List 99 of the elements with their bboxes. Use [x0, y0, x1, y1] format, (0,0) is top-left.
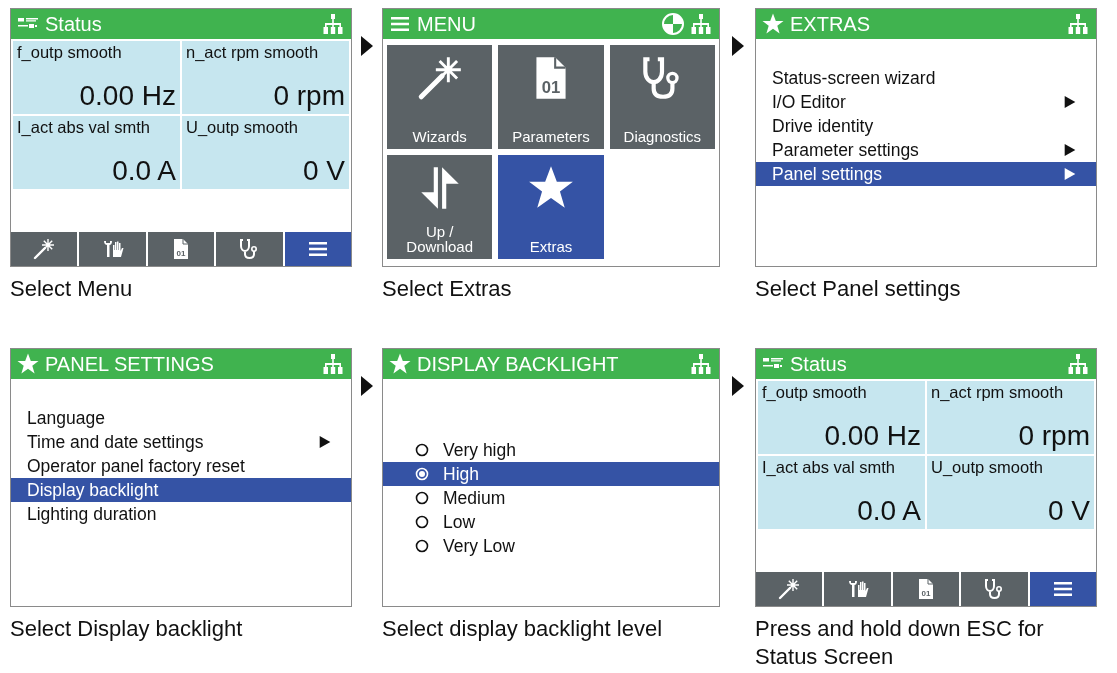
- menu-item-label: I/O Editor: [772, 91, 846, 113]
- star-icon: [388, 352, 412, 376]
- menu-item[interactable]: Lighting duration: [11, 502, 351, 526]
- tile-value: 0 rpm: [273, 80, 345, 112]
- tile-value: 0 V: [1047, 495, 1090, 527]
- footer-tab[interactable]: [216, 232, 283, 266]
- tile-label: U_outp smooth: [186, 118, 299, 137]
- menu-item[interactable]: Display backlight: [11, 478, 351, 502]
- radio-button-icon: [415, 515, 429, 529]
- step-arrow-icon: [731, 36, 744, 56]
- screen-title: Status: [45, 12, 102, 36]
- menu-item-label: Panel settings: [772, 163, 882, 185]
- menu-tile-label: Diagnostics: [622, 129, 703, 145]
- tile-value: 0.00 Hz: [79, 80, 176, 112]
- menu-item-label: Parameter settings: [772, 139, 919, 161]
- menu-tile-label: Up / Download: [405, 223, 474, 255]
- menu-item[interactable]: Panel settings: [756, 162, 1096, 186]
- radio-button-icon: [415, 491, 429, 505]
- tile-value: 0.0 A: [112, 155, 176, 187]
- step-caption: Press and hold down ESC for Status Screen: [755, 615, 1045, 671]
- tile-label: I_act abs val smth: [762, 458, 896, 477]
- radio-option[interactable]: Low: [383, 510, 719, 534]
- menu-item[interactable]: Drive identity: [756, 114, 1096, 138]
- tile-label: I_act abs val smth: [17, 118, 151, 137]
- step-caption: Select Extras: [382, 275, 513, 303]
- tile-label: n_act rpm smooth: [186, 43, 320, 62]
- menu-item-label: Operator panel factory reset: [27, 455, 245, 477]
- menu-item[interactable]: Status-screen wizard: [756, 66, 1096, 90]
- menu-item-label: Language: [27, 407, 105, 429]
- pie-chart-icon: [661, 12, 685, 36]
- screen-title: PANEL SETTINGS: [45, 352, 214, 376]
- menu-item-label: Lighting duration: [27, 503, 157, 525]
- menu-item[interactable]: Time and date settings: [11, 430, 351, 454]
- step-arrow-icon: [361, 36, 373, 56]
- option-label: Very high: [443, 439, 516, 461]
- tile-value: 0 V: [302, 155, 345, 187]
- menu-item-label: Display backlight: [27, 479, 159, 501]
- footer-tab[interactable]: [961, 572, 1028, 606]
- menu-item[interactable]: Parameter settings: [756, 138, 1096, 162]
- option-label: Low: [443, 511, 476, 533]
- footer-tab[interactable]: [11, 232, 78, 266]
- step-arrow-icon: [361, 376, 373, 396]
- menu-tile[interactable]: Diagnostics: [609, 45, 715, 149]
- step-caption: Select Panel settings: [755, 275, 962, 303]
- radio-button-icon: [415, 467, 429, 481]
- radio-option[interactable]: Medium: [383, 486, 719, 510]
- menu-tile[interactable]: Extras: [498, 155, 604, 259]
- network-tree-icon: [689, 352, 713, 376]
- magic-wand-icon: [32, 237, 57, 261]
- step-caption: Select Menu: [10, 275, 134, 303]
- screen-title: EXTRAS: [790, 12, 871, 36]
- screen-title: Status: [790, 352, 847, 376]
- tile-label: U_outp smooth: [931, 458, 1044, 477]
- menu-item[interactable]: Operator panel factory reset: [11, 454, 351, 478]
- menu-item-label: Drive identity: [772, 115, 874, 137]
- footer-tab[interactable]: 01: [147, 232, 215, 266]
- option-label: Medium: [443, 487, 506, 509]
- network-tree-icon: [1066, 352, 1090, 376]
- tile-value: 0.00 Hz: [824, 420, 921, 452]
- menu-tile-label: Wizards: [411, 129, 468, 145]
- tile-value: 0.0 A: [857, 495, 921, 527]
- screen-title: DISPLAY BACKLIGHT: [417, 352, 619, 376]
- footer-tab[interactable]: [756, 572, 823, 606]
- star-icon: [16, 352, 40, 376]
- tile-label: f_outp smooth: [762, 383, 868, 402]
- menu-item-label: Time and date settings: [27, 431, 204, 453]
- menu-tile-label: Extras: [528, 239, 574, 255]
- radio-option[interactable]: Very high: [383, 438, 719, 462]
- tile-label: n_act rpm smooth: [931, 383, 1065, 402]
- menu-tile[interactable]: Up / Download: [387, 155, 493, 259]
- footer-tab[interactable]: [824, 572, 891, 606]
- footer-tab[interactable]: 01: [892, 572, 960, 606]
- menu-tile-label: Parameters: [511, 129, 591, 145]
- tile-value: 0 rpm: [1018, 420, 1090, 452]
- magic-wand-icon: [777, 577, 802, 601]
- network-tree-icon: [689, 12, 713, 36]
- network-tree-icon: [321, 352, 345, 376]
- footer-tab[interactable]: [284, 232, 352, 266]
- radio-button-icon: [415, 539, 429, 553]
- screen-title: MENU: [417, 12, 476, 36]
- option-label: Very Low: [443, 535, 515, 557]
- network-tree-icon: [1066, 12, 1090, 36]
- star-icon: [761, 12, 785, 36]
- radio-button-icon: [415, 443, 429, 457]
- step-caption: Select Display backlight: [10, 615, 244, 643]
- step-caption: Select display backlight level: [382, 615, 664, 643]
- footer-tab[interactable]: [79, 232, 146, 266]
- step-arrow-icon: [731, 376, 744, 396]
- footer-tab[interactable]: [1029, 572, 1097, 606]
- tile-label: f_outp smooth: [17, 43, 123, 62]
- menu-item[interactable]: I/O Editor: [756, 90, 1096, 114]
- radio-option[interactable]: Very Low: [383, 534, 719, 558]
- option-label: High: [443, 463, 479, 485]
- menu-item[interactable]: Language: [11, 406, 351, 430]
- menu-item-label: Status-screen wizard: [772, 67, 936, 89]
- menu-tile[interactable]: Wizards: [387, 45, 493, 149]
- radio-option[interactable]: High: [383, 462, 719, 486]
- network-tree-icon: [321, 12, 345, 36]
- menu-tile[interactable]: 01 Parameters: [498, 45, 604, 149]
